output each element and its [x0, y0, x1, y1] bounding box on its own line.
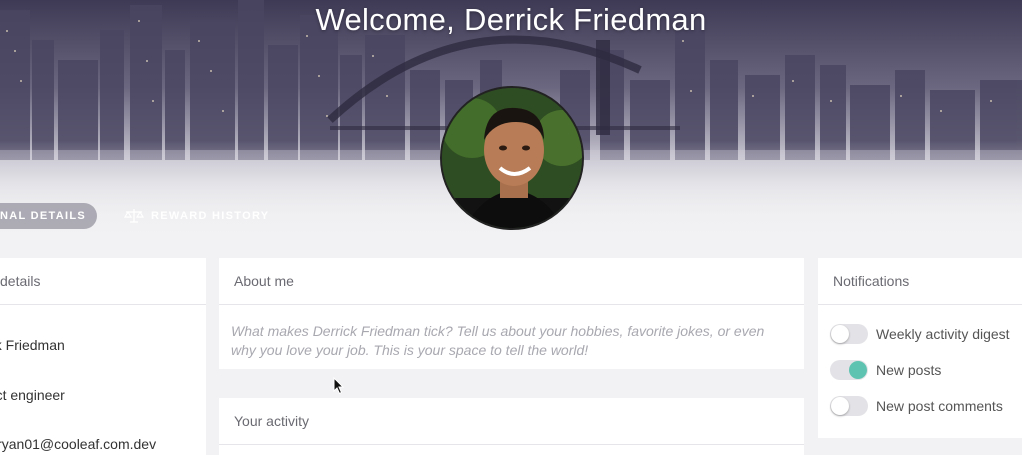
- field-name-label: me: [0, 318, 206, 333]
- mouse-cursor-icon: [333, 377, 345, 395]
- scale-icon: [124, 209, 144, 223]
- avatar[interactable]: [440, 86, 584, 230]
- activity-title: Your activity: [219, 398, 804, 445]
- tab-reward-history[interactable]: REWARD HISTORY: [124, 206, 269, 226]
- field-email-value[interactable]: ickryan01@cooleaf.com.dev: [0, 436, 206, 452]
- about-me-card: About me What makes Derrick Friedman tic…: [219, 258, 804, 369]
- tab-personal-details[interactable]: NAL DETAILS: [0, 203, 97, 229]
- new-posts-label: New posts: [876, 362, 942, 378]
- field-title-label: [0, 368, 206, 383]
- field-title-value[interactable]: duct engineer: [0, 387, 206, 403]
- notifications-title: Notifications: [818, 258, 1022, 305]
- weekly-digest-label: Weekly activity digest: [876, 326, 1010, 342]
- about-me-textarea[interactable]: What makes Derrick Friedman tick? Tell u…: [219, 305, 804, 360]
- new-posts-toggle[interactable]: [830, 360, 868, 380]
- about-me-title: About me: [219, 258, 804, 305]
- field-email-label: ail: [0, 417, 206, 432]
- notification-weekly-digest: Weekly activity digest: [830, 323, 1010, 345]
- notifications-card: Notifications Weekly activity digest New…: [818, 258, 1022, 438]
- notification-new-posts: New posts: [830, 359, 941, 381]
- tab-reward-history-label: REWARD HISTORY: [151, 210, 270, 222]
- field-name-value[interactable]: rick Friedman: [0, 337, 206, 353]
- personal-details-title: details: [0, 258, 206, 305]
- new-post-comments-label: New post comments: [876, 398, 1003, 414]
- avatar-photo: [442, 88, 582, 228]
- notification-new-post-comments: New post comments: [830, 395, 1003, 417]
- weekly-digest-toggle[interactable]: [830, 324, 868, 344]
- new-post-comments-toggle[interactable]: [830, 396, 868, 416]
- welcome-heading: Welcome, Derrick Friedman: [315, 2, 707, 37]
- activity-card: Your activity: [219, 398, 804, 455]
- personal-details-card: details me rick Friedman duct engineer a…: [0, 258, 206, 455]
- field-name: me rick Friedman: [0, 318, 206, 353]
- field-email: ail ickryan01@cooleaf.com.dev: [0, 417, 206, 452]
- field-title: duct engineer: [0, 368, 206, 403]
